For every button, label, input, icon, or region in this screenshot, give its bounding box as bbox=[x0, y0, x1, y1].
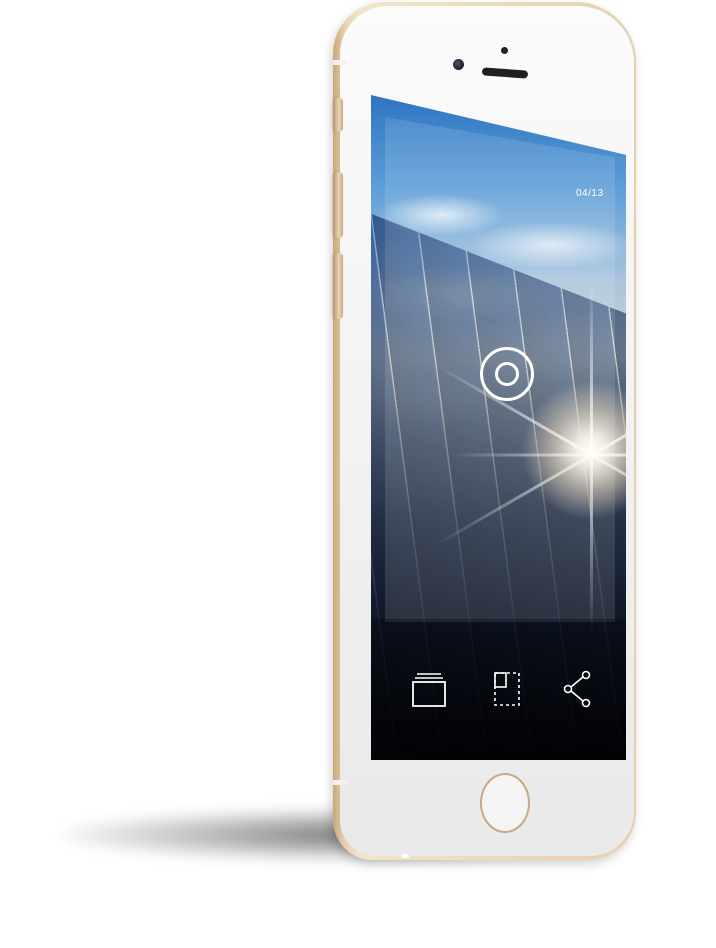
share-icon bbox=[563, 670, 591, 708]
shutter-button[interactable] bbox=[480, 347, 534, 401]
volume-up-button[interactable] bbox=[333, 172, 343, 238]
crop-button[interactable] bbox=[487, 667, 527, 711]
volume-down-button[interactable] bbox=[333, 253, 343, 319]
mute-switch[interactable] bbox=[333, 98, 343, 132]
share-button[interactable] bbox=[557, 667, 597, 711]
lightning-port bbox=[401, 854, 409, 858]
crop-icon bbox=[494, 672, 520, 706]
gallery-icon bbox=[412, 673, 446, 707]
proximity-sensor bbox=[501, 47, 508, 54]
antenna-band-top bbox=[333, 60, 347, 65]
photo-counter: 04/13 bbox=[576, 188, 604, 199]
antenna-band-bottom bbox=[333, 780, 347, 785]
phone-screen: 04/13 bbox=[371, 95, 626, 760]
home-button[interactable] bbox=[480, 773, 530, 833]
front-camera-icon bbox=[453, 59, 464, 70]
phone-mockup-scene: 04/13 bbox=[0, 0, 716, 948]
gallery-button[interactable] bbox=[409, 667, 449, 711]
